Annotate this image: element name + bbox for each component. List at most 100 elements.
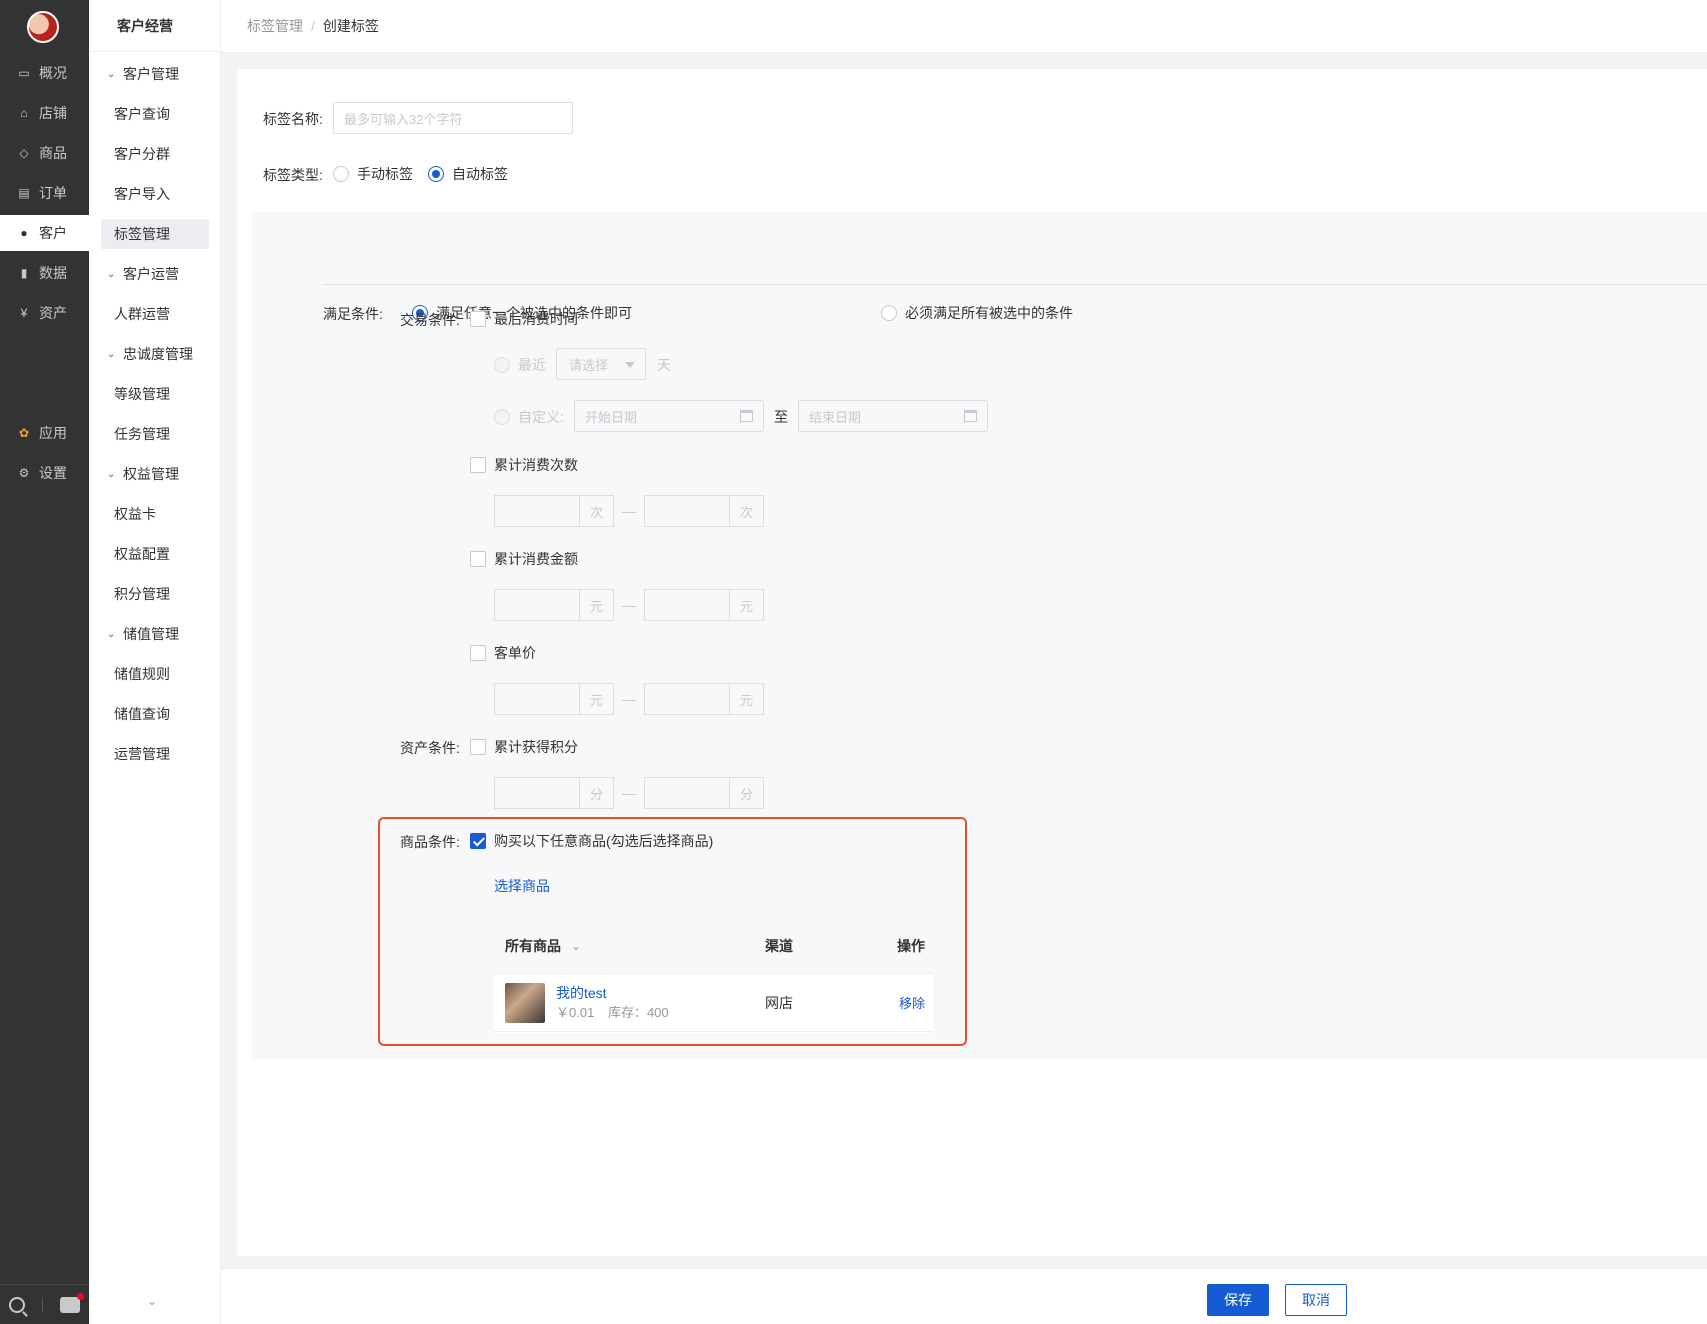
max-points-input[interactable]: 分 bbox=[644, 777, 764, 809]
radio-icon bbox=[494, 357, 510, 373]
sidebar-item-crowd-ops[interactable]: 人群运营 bbox=[101, 299, 209, 329]
sidebar-item-label: 客户管理 bbox=[123, 66, 179, 82]
nav-item-goods[interactable]: ◇ 商品 bbox=[0, 135, 89, 171]
total-amount-checkbox[interactable]: 累计消费金额 bbox=[470, 549, 578, 569]
nav-item-label: 概况 bbox=[39, 65, 67, 81]
radio-label: 手动标签 bbox=[357, 166, 413, 182]
unit-label: 分 bbox=[579, 778, 613, 808]
monitor-icon: ▭ bbox=[18, 66, 30, 80]
search-icon[interactable] bbox=[8, 1296, 25, 1313]
tag-type-auto-radio[interactable]: 自动标签 bbox=[428, 164, 508, 184]
min-times-input[interactable]: 次 bbox=[494, 495, 614, 527]
min-points-input[interactable]: 分 bbox=[494, 777, 614, 809]
nav-item-apps[interactable]: ✿ 应用 bbox=[0, 415, 89, 451]
meet-all-radio[interactable]: 必须满足所有被选中的条件 bbox=[881, 303, 1073, 323]
sidebar-item-stored-rules[interactable]: 储值规则 bbox=[101, 659, 209, 689]
bar-chart-icon: ▮ bbox=[20, 266, 28, 280]
nav-item-label: 设置 bbox=[39, 465, 67, 481]
breadcrumb-item-tag-manage[interactable]: 标签管理 bbox=[247, 16, 303, 36]
chevron-down-icon[interactable]: ⌄ bbox=[147, 1294, 157, 1308]
range-dash: — bbox=[622, 503, 636, 519]
total-times-checkbox[interactable]: 累计消费次数 bbox=[470, 455, 578, 475]
sidebar-item-label: 标签管理 bbox=[114, 226, 170, 242]
date-placeholder: 结束日期 bbox=[809, 409, 862, 425]
unit-label: 元 bbox=[579, 684, 613, 714]
end-date-picker[interactable]: 结束日期 bbox=[798, 400, 988, 432]
tag-name-input[interactable]: 最多可输入32个字符 bbox=[333, 102, 573, 134]
date-placeholder: 开始日期 bbox=[585, 409, 638, 425]
sidebar-item-label: 忠诚度管理 bbox=[123, 346, 193, 362]
sidebar-item-label: 人群运营 bbox=[114, 306, 170, 322]
max-times-input[interactable]: 次 bbox=[644, 495, 764, 527]
recent-days-select[interactable]: 请选择 bbox=[556, 348, 646, 380]
radio-label: 自定义: bbox=[518, 409, 564, 425]
nav-item-store[interactable]: ⌂ 店铺 bbox=[0, 95, 89, 131]
save-button[interactable]: 保存 bbox=[1207, 1284, 1269, 1316]
recent-days-radio[interactable]: 最近 bbox=[494, 355, 546, 375]
sidebar-item-customer-query[interactable]: 客户查询 bbox=[101, 99, 209, 129]
sidebar-item-points-manage[interactable]: 积分管理 bbox=[101, 579, 209, 609]
checkbox-label: 累计消费次数 bbox=[494, 457, 578, 473]
select-placeholder: 请选择 bbox=[569, 357, 609, 373]
unit-label: 元 bbox=[579, 590, 613, 620]
sidebar-group-stored-value[interactable]: ⌄ 储值管理 bbox=[101, 619, 209, 649]
caret-down-icon bbox=[625, 362, 635, 368]
chevron-down-icon: ⌄ bbox=[107, 348, 116, 360]
sidebar-group-customer-manage[interactable]: ⌄ 客户管理 bbox=[101, 59, 209, 89]
avg-price-checkbox[interactable]: 客单价 bbox=[470, 643, 536, 663]
min-amount-input[interactable]: 元 bbox=[494, 589, 614, 621]
radio-checked-icon bbox=[428, 166, 444, 182]
cancel-button[interactable]: 取消 bbox=[1285, 1284, 1347, 1316]
radio-icon bbox=[333, 166, 349, 182]
sidebar-item-label: 权益卡 bbox=[114, 506, 156, 522]
chevron-down-icon: ⌄ bbox=[107, 628, 116, 640]
sidebar-item-benefit-card[interactable]: 权益卡 bbox=[101, 499, 209, 529]
custom-date-radio[interactable]: 自定义: bbox=[494, 407, 564, 427]
total-points-checkbox[interactable]: 累计获得积分 bbox=[470, 737, 578, 757]
store-icon: ⌂ bbox=[20, 106, 28, 120]
min-price-input[interactable]: 元 bbox=[494, 683, 614, 715]
shop-logo[interactable] bbox=[27, 11, 59, 43]
max-amount-input[interactable]: 元 bbox=[644, 589, 764, 621]
checkbox-icon bbox=[470, 739, 486, 755]
divider bbox=[41, 1297, 43, 1312]
start-date-picker[interactable]: 开始日期 bbox=[574, 400, 764, 432]
sidebar-item-level-manage[interactable]: 等级管理 bbox=[101, 379, 209, 409]
sidebar-item-label: 储值规则 bbox=[114, 666, 170, 682]
max-price-input[interactable]: 元 bbox=[644, 683, 764, 715]
day-unit: 天 bbox=[657, 357, 671, 373]
sidebar-item-task-manage[interactable]: 任务管理 bbox=[101, 419, 209, 449]
tag-type-label: 标签类型: bbox=[263, 167, 323, 183]
sidebar-item-customer-group[interactable]: 客户分群 bbox=[101, 139, 209, 169]
nav-item-customers[interactable]: ● 客户 bbox=[0, 215, 89, 251]
nav-item-assets[interactable]: ¥ 资产 bbox=[0, 295, 89, 331]
nav-item-orders[interactable]: ▤ 订单 bbox=[0, 175, 89, 211]
create-tag-form: 标签名称: 最多可输入32个字符 标签类型: 手动标签 自动标签 满足条件: 满… bbox=[237, 69, 1707, 1256]
nav-item-overview[interactable]: ▭ 概况 bbox=[0, 55, 89, 91]
sidebar-item-tag-manage[interactable]: 标签管理 bbox=[101, 219, 209, 249]
sidebar-group-loyalty[interactable]: ⌄ 忠诚度管理 bbox=[101, 339, 209, 369]
chat-icon[interactable] bbox=[60, 1292, 85, 1313]
checkbox-icon bbox=[470, 551, 486, 567]
checkbox-label: 最后消费时间 bbox=[494, 311, 578, 327]
unit-label: 元 bbox=[729, 590, 763, 620]
sidebar-item-ops-manage[interactable]: 运营管理 bbox=[101, 739, 209, 769]
nav-item-settings[interactable]: ⚙ 设置 bbox=[0, 455, 89, 491]
radio-label: 必须满足所有被选中的条件 bbox=[905, 305, 1073, 321]
last-consume-time-checkbox[interactable]: 最后消费时间 bbox=[470, 309, 578, 329]
main-nav: ▭ 概况 ⌂ 店铺 ◇ 商品 ▤ 订单 ● 客户 ▮ 数据 ¥ 资产 ✿ 应用 … bbox=[0, 0, 89, 1324]
meet-condition-label: 满足条件: bbox=[323, 306, 383, 322]
sidebar-item-label: 权益管理 bbox=[123, 466, 179, 482]
nav-item-data[interactable]: ▮ 数据 bbox=[0, 255, 89, 291]
secondary-sidebar: 客户经营 ⌄ 客户管理 客户查询 客户分群 客户导入 标签管理 ⌄ 客户运营 人… bbox=[89, 0, 221, 1324]
unit-label: 分 bbox=[729, 778, 763, 808]
calendar-icon bbox=[964, 410, 977, 422]
sidebar-item-label: 任务管理 bbox=[114, 426, 170, 442]
tag-type-manual-radio[interactable]: 手动标签 bbox=[333, 164, 413, 184]
sidebar-group-benefits[interactable]: ⌄ 权益管理 bbox=[101, 459, 209, 489]
sidebar-item-benefit-config[interactable]: 权益配置 bbox=[101, 539, 209, 569]
sidebar-group-customer-ops[interactable]: ⌄ 客户运营 bbox=[101, 259, 209, 289]
sidebar-item-stored-query[interactable]: 储值查询 bbox=[101, 699, 209, 729]
nav-item-label: 店铺 bbox=[39, 105, 67, 121]
sidebar-item-customer-import[interactable]: 客户导入 bbox=[101, 179, 209, 209]
